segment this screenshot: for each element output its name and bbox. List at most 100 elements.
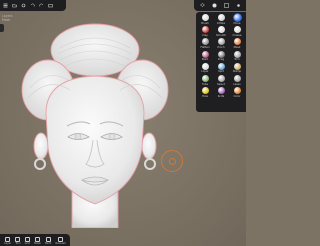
tool-pinch[interactable]: Pinch bbox=[213, 38, 229, 50]
mask-icon bbox=[35, 236, 41, 242]
tool-label: Knife bbox=[217, 94, 225, 98]
camera-icon[interactable] bbox=[48, 3, 53, 8]
bottom-item-mask[interactable]: Mask bbox=[34, 236, 41, 245]
move-icon bbox=[233, 14, 241, 21]
tool-label: Paint bbox=[201, 58, 209, 62]
remesh-icon bbox=[58, 236, 64, 242]
tool-label: Smooth bbox=[215, 33, 226, 37]
tool-move[interactable]: Move bbox=[229, 14, 245, 26]
drag-icon bbox=[217, 50, 225, 58]
tool-label: Hole bbox=[202, 94, 208, 98]
folder-icon[interactable] bbox=[12, 3, 17, 8]
hole-icon bbox=[201, 87, 209, 95]
color-icon bbox=[233, 87, 241, 95]
left-slider-handle[interactable] bbox=[0, 24, 4, 32]
top-left-toolbar bbox=[0, 0, 66, 11]
tool-palette: Brush Inflate Move Clay Smooth Crease Flatten P… bbox=[196, 12, 246, 112]
split-icon bbox=[217, 62, 225, 70]
tool-label: Layer bbox=[201, 70, 209, 74]
select-icon bbox=[217, 74, 225, 82]
bottom-toolbar: Layer Tool Grid Mask Paint Remesh bbox=[0, 234, 70, 246]
inflate-icon bbox=[217, 14, 225, 21]
stats-line-2: Mesh bbox=[2, 18, 11, 22]
sun-icon[interactable] bbox=[236, 3, 241, 8]
tool-icon bbox=[15, 236, 21, 242]
tool-label: Brush bbox=[201, 21, 209, 25]
bottom-item-label: Layer bbox=[4, 242, 12, 245]
tool-label: Stamp bbox=[232, 70, 242, 74]
tool-label: Mask bbox=[233, 45, 241, 49]
brush-icon bbox=[201, 14, 209, 21]
bottom-item-label: Tool bbox=[15, 242, 21, 245]
bottom-item-paint[interactable]: Paint bbox=[44, 236, 52, 245]
viewport-stats: Layers Mesh bbox=[2, 14, 13, 22]
tool-tube[interactable]: Tube bbox=[197, 74, 213, 87]
tool-smooth[interactable]: Smooth bbox=[213, 26, 229, 38]
layer-icon bbox=[5, 236, 11, 242]
sculpted-head-model[interactable] bbox=[20, 18, 170, 228]
lasso-icon bbox=[233, 74, 241, 82]
tool-brush[interactable]: Brush bbox=[197, 14, 213, 26]
tool-crease[interactable]: Crease bbox=[229, 26, 245, 38]
tool-label: Inflate bbox=[216, 21, 226, 25]
pinch-icon bbox=[217, 38, 225, 46]
bottom-item-label: Mask bbox=[34, 242, 41, 245]
smooth-icon bbox=[217, 26, 225, 34]
tool-label: Trim bbox=[234, 58, 240, 62]
stamp-icon bbox=[233, 62, 241, 70]
tool-mask[interactable]: Mask bbox=[229, 38, 245, 50]
tool-label: Clay bbox=[202, 33, 208, 37]
tool-knife[interactable]: Knife bbox=[213, 87, 229, 99]
brush-cursor bbox=[161, 150, 183, 172]
tool-grid: Brush Inflate Move Clay Smooth Crease Flatten P… bbox=[197, 14, 245, 99]
tool-trim[interactable]: Trim bbox=[229, 50, 245, 63]
tool-label: Drag bbox=[217, 58, 225, 62]
paint-icon bbox=[45, 236, 51, 242]
tool-flatten[interactable]: Flatten bbox=[197, 38, 213, 50]
mask-icon bbox=[233, 38, 241, 46]
bottom-item-label: Paint bbox=[44, 242, 52, 245]
bottom-item-tool[interactable]: Tool bbox=[15, 236, 21, 245]
tool-label: Split bbox=[218, 70, 224, 74]
tool-label: Crease bbox=[232, 33, 242, 37]
tool-drag[interactable]: Drag bbox=[213, 50, 229, 63]
bottom-item-grid[interactable]: Grid bbox=[24, 236, 31, 245]
tool-label: Flatten bbox=[200, 45, 210, 49]
bottom-item-label: Grid bbox=[24, 242, 31, 245]
layer-icon bbox=[201, 62, 209, 70]
redo-icon[interactable] bbox=[39, 3, 44, 8]
settings-icon[interactable] bbox=[21, 3, 26, 8]
tool-split[interactable]: Split bbox=[213, 62, 229, 75]
tool-label: Select bbox=[216, 82, 225, 86]
flatten-icon bbox=[201, 38, 209, 46]
bottom-item-label: Remesh bbox=[55, 242, 66, 245]
tool-label: Pinch bbox=[217, 45, 225, 49]
tool-select[interactable]: Select bbox=[213, 74, 229, 87]
tool-label: Lasso bbox=[233, 82, 241, 86]
tube-icon bbox=[201, 74, 209, 82]
bottom-item-remesh[interactable]: Remesh bbox=[55, 236, 66, 245]
layers-icon[interactable] bbox=[199, 3, 205, 8]
bottom-item-layer[interactable]: Layer bbox=[4, 236, 12, 245]
tool-clay[interactable]: Clay bbox=[197, 26, 213, 38]
crease-icon bbox=[233, 26, 241, 34]
clay-icon bbox=[201, 26, 209, 34]
trim-icon bbox=[233, 50, 241, 58]
undo-icon[interactable] bbox=[30, 3, 35, 8]
tool-color[interactable]: Color bbox=[229, 87, 245, 99]
tool-hole[interactable]: Hole bbox=[197, 87, 213, 99]
scene-icon[interactable] bbox=[223, 3, 229, 8]
paint-icon bbox=[201, 50, 209, 58]
material-icon[interactable] bbox=[212, 3, 217, 8]
tool-label: Tube bbox=[201, 82, 209, 86]
tool-stamp[interactable]: Stamp bbox=[229, 62, 245, 75]
menu-icon[interactable] bbox=[3, 3, 8, 8]
tool-lasso[interactable]: Lasso bbox=[229, 74, 245, 87]
knife-icon bbox=[217, 87, 225, 95]
tool-label: Color bbox=[233, 94, 241, 98]
tool-layer[interactable]: Layer bbox=[197, 62, 213, 75]
tool-inflate[interactable]: Inflate bbox=[213, 14, 229, 26]
top-right-toolbar bbox=[194, 0, 246, 11]
tool-paint[interactable]: Paint bbox=[197, 50, 213, 63]
grid-icon bbox=[24, 236, 30, 242]
